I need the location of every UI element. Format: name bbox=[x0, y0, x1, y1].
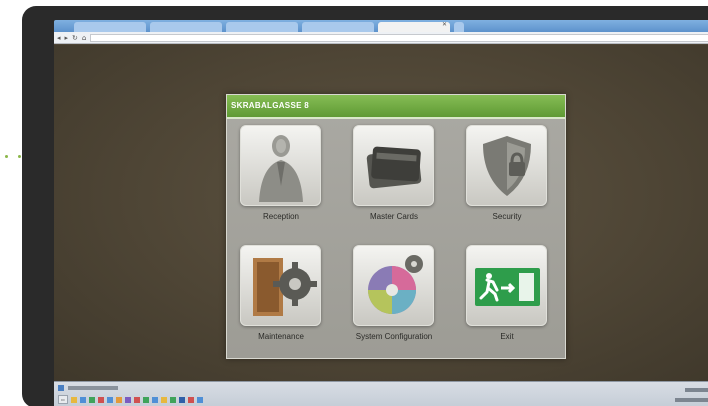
new-tab-button[interactable] bbox=[454, 22, 464, 32]
folder-icon[interactable] bbox=[70, 396, 77, 403]
page: ✕ ◂ ▸ ↻ ⌂ SKRABALGASSE 8 Reception Maste… bbox=[0, 0, 708, 406]
security-shield-icon bbox=[483, 136, 531, 196]
quick-launch: ▭ bbox=[58, 395, 203, 404]
app-icon[interactable] bbox=[178, 396, 185, 403]
browser-tab[interactable] bbox=[74, 22, 146, 32]
master-cards-label: Master Cards bbox=[369, 212, 418, 221]
app-icon[interactable] bbox=[97, 396, 104, 403]
app-icon[interactable] bbox=[160, 396, 167, 403]
taskbar-window-button[interactable] bbox=[68, 386, 118, 390]
security-button[interactable] bbox=[466, 125, 547, 206]
home-icon[interactable]: ⌂ bbox=[82, 34, 86, 42]
app-window: SKRABALGASSE 8 Reception Master Cards Se… bbox=[226, 94, 566, 359]
browser-tab-active[interactable]: ✕ bbox=[378, 21, 450, 32]
forward-icon[interactable]: ▸ bbox=[65, 34, 69, 42]
reception-button[interactable] bbox=[240, 125, 321, 206]
exit-button[interactable] bbox=[466, 245, 547, 326]
address-bar[interactable] bbox=[90, 33, 708, 42]
reception-icon bbox=[259, 135, 303, 202]
tray-item[interactable] bbox=[685, 388, 708, 392]
maintenance-tile[interactable]: Maintenance bbox=[227, 245, 340, 357]
desktop-background: SKRABALGASSE 8 Reception Master Cards Se… bbox=[54, 45, 708, 381]
maintenance-label: Maintenance bbox=[258, 332, 304, 341]
app-icon[interactable] bbox=[88, 396, 95, 403]
maintenance-button[interactable] bbox=[240, 245, 321, 326]
exit-tile[interactable]: Exit bbox=[453, 245, 566, 357]
system-configuration-button[interactable] bbox=[353, 245, 434, 326]
monitor-frame: ✕ ◂ ▸ ↻ ⌂ SKRABALGASSE 8 Reception Maste… bbox=[22, 6, 708, 406]
app-icon[interactable] bbox=[151, 396, 158, 403]
title-divider bbox=[227, 117, 565, 119]
app-icon[interactable] bbox=[196, 396, 203, 403]
security-label: Security bbox=[492, 212, 522, 221]
exit-sign-icon bbox=[475, 268, 540, 306]
reload-icon[interactable]: ↻ bbox=[72, 34, 78, 42]
system-configuration-label: System Configuration bbox=[355, 332, 433, 341]
security-tile[interactable]: Security bbox=[453, 125, 566, 237]
system-configuration-icon bbox=[368, 255, 423, 314]
exit-label: Exit bbox=[500, 332, 514, 341]
master-cards-icon bbox=[366, 146, 422, 189]
taskbar-window-list bbox=[58, 385, 118, 391]
screen: ✕ ◂ ▸ ↻ ⌂ SKRABALGASSE 8 Reception Maste… bbox=[54, 20, 708, 406]
system-configuration-tile[interactable]: System Configuration bbox=[340, 245, 453, 357]
maintenance-icon bbox=[253, 258, 317, 316]
master-cards-button[interactable] bbox=[353, 125, 434, 206]
app-icon[interactable] bbox=[79, 396, 86, 403]
app-icon[interactable] bbox=[142, 396, 149, 403]
reception-label: Reception bbox=[262, 212, 300, 221]
browser-tab-bar: ✕ bbox=[54, 20, 708, 32]
browser-taskbar-icon[interactable] bbox=[58, 385, 64, 391]
app-icon[interactable] bbox=[133, 396, 140, 403]
app-icon[interactable] bbox=[169, 396, 176, 403]
clock[interactable] bbox=[675, 398, 708, 402]
system-tray bbox=[675, 385, 708, 402]
browser-toolbar: ◂ ▸ ↻ ⌂ bbox=[54, 32, 708, 44]
browser-tab[interactable] bbox=[226, 22, 298, 32]
back-icon[interactable]: ◂ bbox=[57, 34, 61, 42]
browser-tab[interactable] bbox=[302, 22, 374, 32]
reception-tile[interactable]: Reception bbox=[227, 125, 340, 237]
app-title: SKRABALGASSE 8 bbox=[227, 95, 565, 117]
browser-tab[interactable] bbox=[150, 22, 222, 32]
app-icon[interactable] bbox=[106, 396, 113, 403]
app-icon[interactable] bbox=[115, 396, 122, 403]
master-cards-tile[interactable]: Master Cards bbox=[340, 125, 453, 237]
app-icon[interactable] bbox=[124, 396, 131, 403]
taskbar: ▭ bbox=[54, 381, 708, 406]
app-icon[interactable] bbox=[187, 396, 194, 403]
start-button[interactable]: ▭ bbox=[58, 395, 68, 404]
close-tab-icon[interactable]: ✕ bbox=[442, 21, 447, 28]
